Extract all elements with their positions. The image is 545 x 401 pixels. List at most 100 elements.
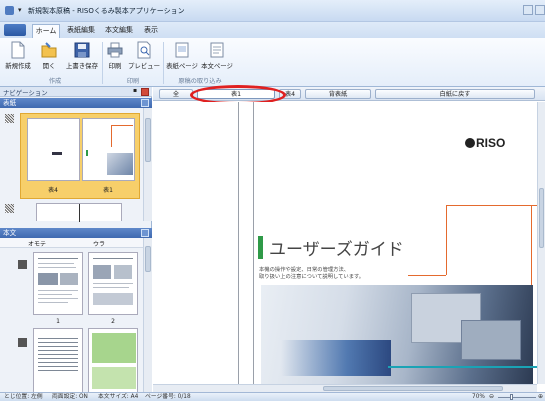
back-column-label: ウラ	[92, 241, 105, 248]
title-bar: ▾ 新規製本原稿 - RISOくるみ製本アプリケーション	[0, 0, 545, 22]
body-scrollbar[interactable]	[143, 238, 152, 392]
text-line	[93, 287, 129, 288]
text-line	[38, 267, 76, 268]
document-description-2: 取り扱い上の注意について説明しています。	[259, 274, 365, 280]
status-binding: とじ位置: 左側	[4, 394, 43, 400]
zoom-out-icon[interactable]: ⊖	[489, 393, 494, 401]
document-title: ユーザーズガイド	[269, 240, 404, 260]
tab-home[interactable]: ホーム	[32, 24, 60, 38]
riso-logo-mark	[465, 138, 475, 148]
thumb-image	[60, 273, 78, 285]
orange-frame-line	[446, 205, 537, 206]
page-number-2: 2	[111, 318, 115, 325]
thumb-image	[38, 273, 58, 285]
reset-blank-button[interactable]: 白紙に戻す	[375, 89, 535, 99]
body-page-button[interactable]: 本文ページ	[200, 41, 234, 75]
selected-cover-spread[interactable]: 表4 表1	[20, 113, 140, 199]
group-label-create: 作成	[48, 78, 62, 85]
thumb-image	[114, 265, 132, 279]
new-button-label: 新規作成	[5, 62, 31, 70]
page-number-1: 1	[56, 318, 60, 325]
collapse-icon[interactable]	[141, 229, 149, 237]
cover-label-front: 表1	[103, 187, 113, 194]
cover-label-back: 表4	[48, 187, 58, 194]
printer-icon	[107, 42, 123, 58]
zoom-in-icon[interactable]: ⊕	[538, 393, 543, 401]
new-button[interactable]: 新規作成	[3, 41, 33, 75]
thumb-photo	[107, 153, 133, 175]
body-scroll-thumb[interactable]	[145, 246, 151, 272]
new-document-icon	[11, 41, 25, 59]
group-label-print: 印刷	[126, 78, 140, 85]
cover-page-label: 表紙ページ	[166, 62, 198, 70]
quick-access-icon[interactable]: ▾	[18, 6, 22, 14]
thumb-image	[93, 293, 133, 305]
riso-logo-text: RISO	[476, 136, 506, 150]
body-section-header: 本文	[0, 228, 152, 238]
vertical-scroll-thumb[interactable]	[539, 188, 544, 248]
ribbon-separator	[102, 42, 103, 84]
ribbon-tab-strip: ホーム 表紙編集 本文編集 表示	[0, 22, 545, 38]
group-label-import: 原稿の取り込み	[178, 78, 222, 85]
horizontal-scroll-thumb[interactable]	[323, 386, 503, 391]
app-menu-button[interactable]	[4, 24, 26, 36]
horizontal-scrollbar[interactable]	[153, 384, 537, 392]
spine-guide-line	[253, 102, 254, 384]
thumb-image	[93, 265, 111, 279]
text-line	[38, 258, 78, 259]
navigation-pane: ナビゲーション ▪ 表紙 表4 表1 本文 オモテ ウラ 1 2	[0, 87, 152, 392]
save-disk-icon	[74, 42, 90, 58]
page-4-thumbnail[interactable]	[88, 328, 138, 392]
cover-section-header: 表紙	[0, 98, 152, 108]
zoom-level: 70%	[472, 394, 485, 400]
page-fold-line	[238, 102, 239, 384]
cover-scrollbar[interactable]	[143, 108, 152, 221]
text-line	[93, 283, 133, 284]
thumb-green-bar	[86, 150, 88, 156]
save-button[interactable]: 上書き保存	[64, 41, 100, 75]
status-duplex: 両面設定: ON	[52, 394, 88, 400]
tab-spine[interactable]: 背表紙	[305, 89, 371, 99]
zoom-slider-track[interactable]	[498, 397, 536, 398]
zoom-slider-thumb[interactable]	[510, 394, 513, 400]
orange-frame-line	[408, 275, 446, 276]
page-3-thumbnail[interactable]	[33, 328, 83, 392]
motion-blur-shape	[281, 340, 391, 376]
cover-page-button[interactable]: 表紙ページ	[165, 41, 199, 75]
cover-front-thumbnail[interactable]	[82, 118, 135, 181]
pin-icon[interactable]: ▪	[133, 87, 137, 94]
teal-bottom-line	[388, 366, 538, 368]
cover-photo	[261, 285, 533, 384]
page-1-thumbnail[interactable]	[33, 252, 83, 315]
minimize-button[interactable]	[523, 5, 533, 15]
text-line	[93, 258, 133, 259]
cover-page-icon	[175, 42, 189, 58]
tab-cover-edit[interactable]: 表紙編集	[64, 24, 98, 38]
cover-back-thumbnail[interactable]	[27, 118, 80, 181]
cover-scroll-thumb[interactable]	[145, 118, 151, 162]
nav-title-bar: ナビゲーション ▪	[0, 87, 152, 97]
open-button[interactable]: 開く	[34, 41, 64, 75]
riso-logo: RISO	[465, 136, 505, 150]
app-window: ▾ 新規製本原稿 - RISOくるみ製本アプリケーション ホーム 表紙編集 本文…	[0, 0, 545, 401]
print-button[interactable]: 印刷	[104, 41, 126, 75]
tab-all[interactable]: 全	[159, 89, 193, 99]
close-pane-icon[interactable]	[141, 88, 149, 96]
collapse-icon[interactable]	[141, 99, 149, 107]
print-button-label: 印刷	[108, 62, 122, 70]
tab-body-edit[interactable]: 本文編集	[102, 24, 136, 38]
preview-button[interactable]: プレビュー	[127, 41, 161, 75]
cover-spine-thumbnail[interactable]	[36, 203, 122, 222]
page-marker-icon	[18, 260, 27, 269]
page-2-thumbnail[interactable]	[88, 252, 138, 315]
vertical-scrollbar[interactable]	[537, 102, 545, 384]
close-button[interactable]	[535, 5, 545, 15]
thumb-table	[38, 335, 78, 371]
text-line	[38, 302, 68, 303]
ribbon: 新規作成 開く 上書き保存 印刷 プレビュー 表紙ページ 本文ページ 作成 印刷…	[0, 38, 545, 87]
page-canvas: RISO ユーザーズガイド 本機の操作や設定、日常の管理方法、 取り扱い上の注意…	[153, 102, 538, 385]
save-button-label: 上書き保存	[66, 62, 98, 70]
tab-view[interactable]: 表示	[140, 24, 162, 38]
front-column-label: オモテ	[27, 241, 46, 248]
preview-button-label: プレビュー	[128, 62, 160, 70]
